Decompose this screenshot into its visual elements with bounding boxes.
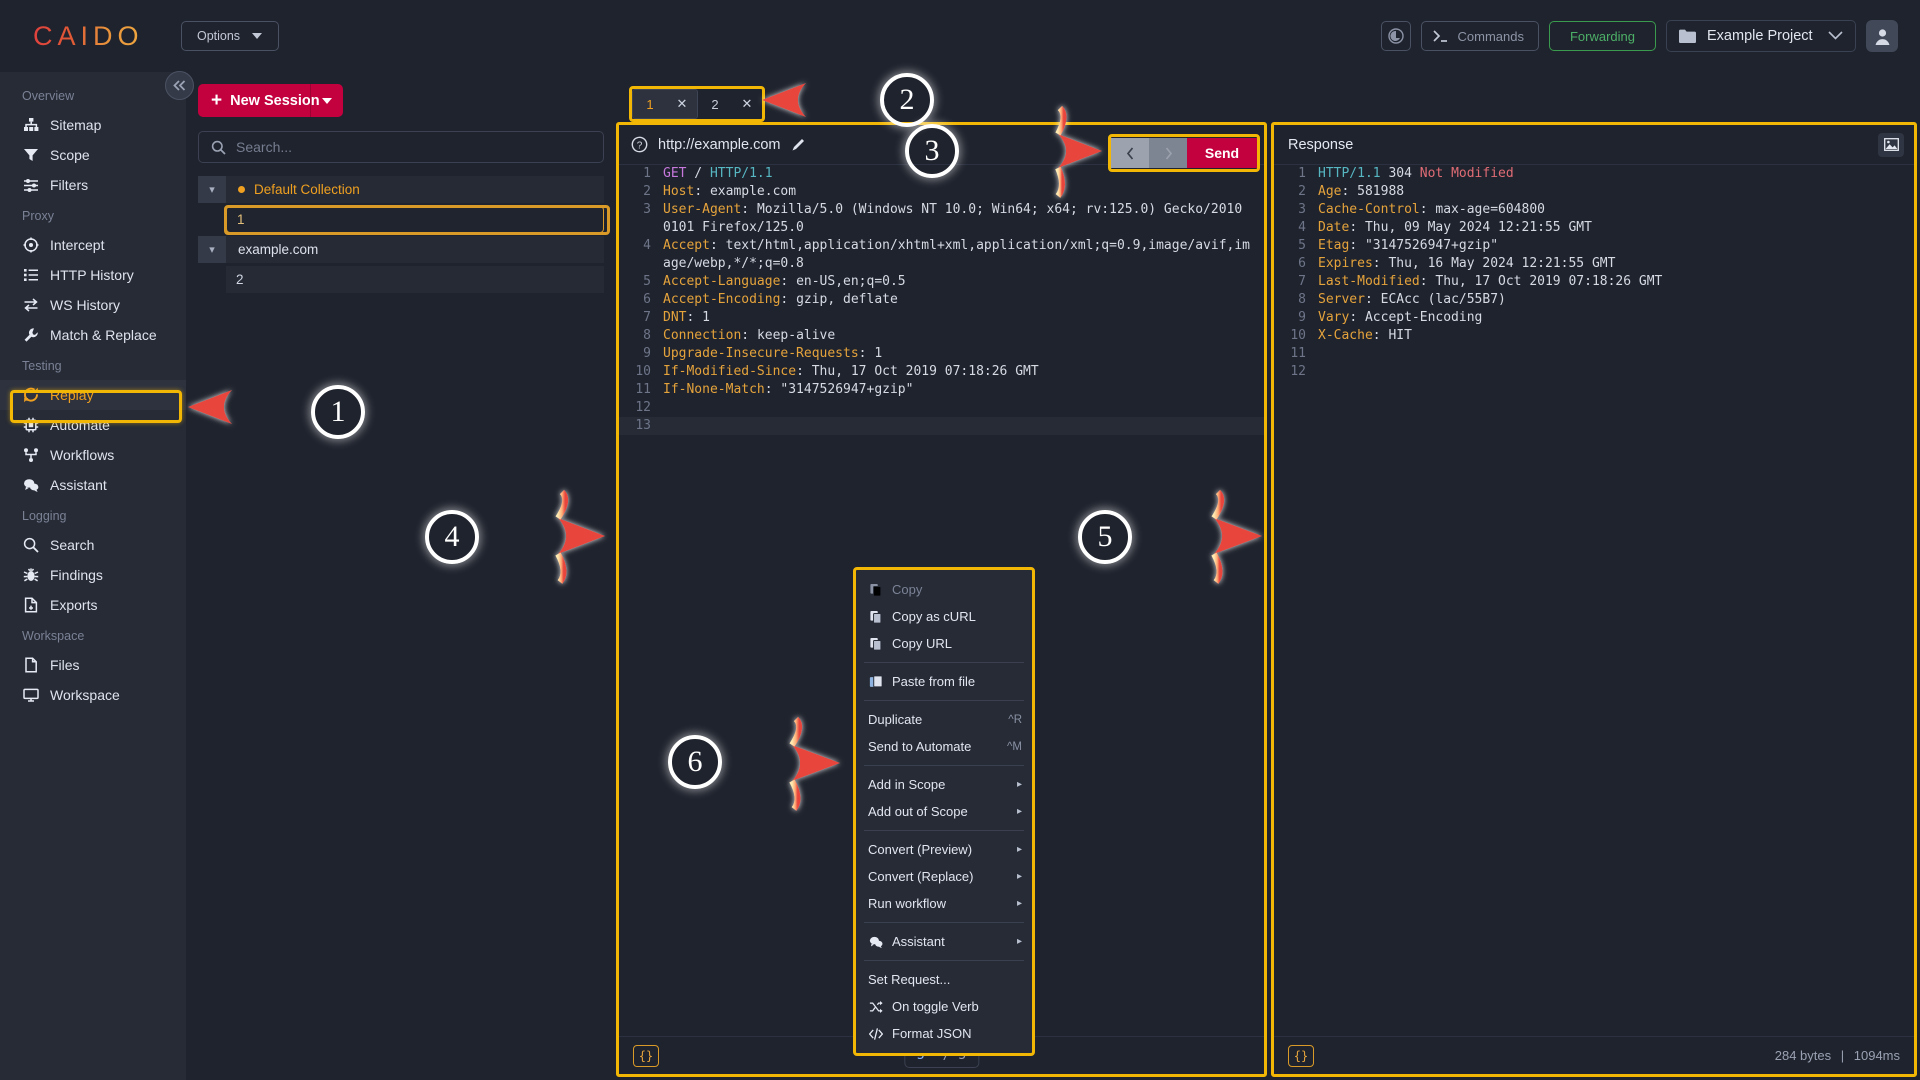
annotation-arrows <box>188 83 1262 811</box>
annotation-badge-2: 2 <box>880 73 934 127</box>
annotation-arrow-3 <box>968 105 1102 198</box>
annotation-arrow-6 <box>730 716 840 811</box>
annotation-badge-3: 3 <box>905 124 959 178</box>
annotation-badge-5: 5 <box>1078 510 1132 564</box>
annotation-badge-1: 1 <box>311 385 365 439</box>
annotation-badge-4: 4 <box>425 510 479 564</box>
annotation-badge-6: 6 <box>668 735 722 789</box>
annotation-arrow-4 <box>487 489 605 584</box>
annotation-arrow-5 <box>1140 489 1262 584</box>
annotation-arrow-2 <box>762 83 862 117</box>
annotation-arrow-1 <box>188 390 300 424</box>
